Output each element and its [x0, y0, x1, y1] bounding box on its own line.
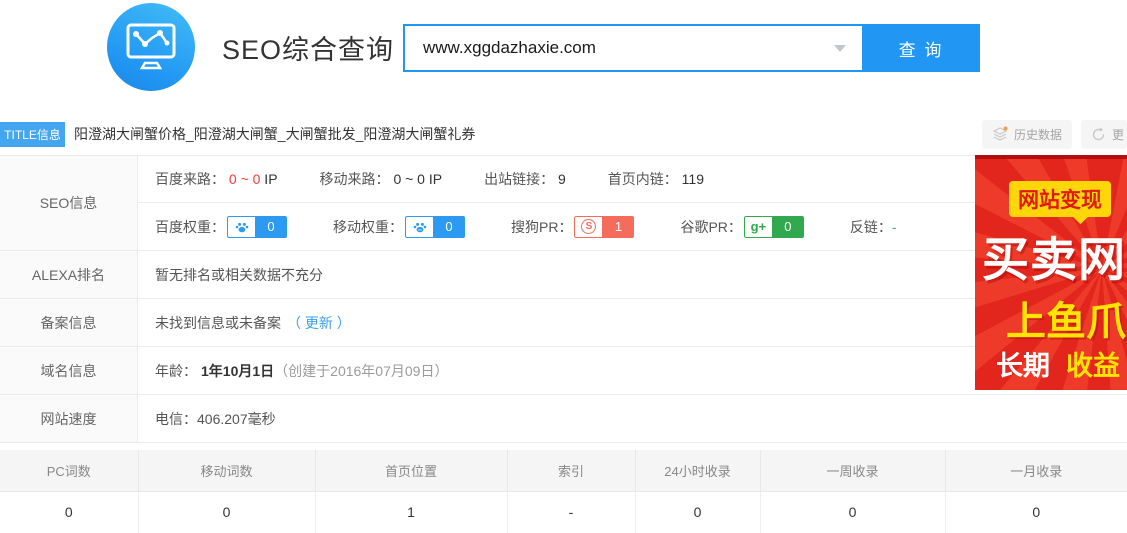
seo-info-label: SEO信息 [0, 156, 138, 250]
stats-header-month: 一月收录 [945, 450, 1127, 491]
stats-value-month: 0 [945, 491, 1127, 533]
backlinks-value: - [892, 219, 897, 235]
speed-row: 网站速度 电信：406.207毫秒 [0, 395, 1127, 443]
stats-header-24h: 24小时收录 [635, 450, 760, 491]
ad-top-strip [975, 155, 1127, 159]
baidu-weight-badge[interactable]: 0 [227, 216, 287, 238]
icp-row: 备案信息 未找到信息或未备案 （ 更新 ） [0, 299, 1127, 347]
monitor-chart-icon [123, 19, 179, 76]
domain-created-note: （创建于2016年07月09日） [274, 361, 448, 381]
refresh-icon [1091, 127, 1106, 142]
baidu-traffic-value: 0 ~ 0 [229, 171, 261, 187]
more-data-button[interactable]: 更 [1081, 120, 1127, 149]
domain-search-input[interactable] [403, 24, 862, 72]
seo-info-panel: SEO信息 百度来路： 0 ~ 0 IP 移动来路： 0 ~ 0 IP 出站链接… [0, 155, 1127, 443]
site-title-text: 阳澄湖大闸蟹价格_阳澄湖大闸蟹_大闸蟹批发_阳澄湖大闸蟹礼券 [74, 124, 973, 144]
chevron-down-icon[interactable] [834, 45, 846, 52]
icp-label: 备案信息 [0, 299, 138, 346]
google-pr-stat: 谷歌PR： g+ 0 [680, 216, 803, 238]
mobile-paw-icon: m [405, 216, 433, 238]
seo-info-row: SEO信息 百度来路： 0 ~ 0 IP 移动来路： 0 ~ 0 IP 出站链接… [0, 156, 1127, 251]
stats-value-row: 0 0 1 - 0 0 0 [0, 491, 1127, 533]
stats-header-week: 一周收录 [760, 450, 945, 491]
stats-value-index: - [507, 491, 635, 533]
google-pr-value: 0 [772, 216, 804, 238]
keyword-stats-table: PC词数 移动词数 首页位置 索引 24小时收录 一周收录 一月收录 0 0 1… [0, 450, 1127, 533]
baidu-traffic-stat: 百度来路： 0 ~ 0 IP [155, 169, 278, 189]
layers-icon [992, 126, 1008, 142]
domain-age-prefix: 年龄： [155, 361, 197, 381]
title-info-badge: TITLE信息 [0, 122, 65, 147]
stats-value-mobile-words: 0 [138, 491, 315, 533]
stats-header-row: PC词数 移动词数 首页位置 索引 24小时收录 一周收录 一月收录 [0, 450, 1127, 491]
mobile-weight-stat: 移动权重： m 0 [333, 216, 465, 238]
more-data-label: 更 [1112, 126, 1124, 143]
speed-text: 电信：406.207毫秒 [155, 409, 276, 429]
mobile-weight-value: 0 [433, 216, 465, 238]
stats-value-home-position: 1 [315, 491, 507, 533]
header: SEO综合查询 查 询 [0, 0, 1127, 112]
alexa-row: ALEXA排名 暂无排名或相关数据不充分 [0, 251, 1127, 299]
sogou-icon: S [574, 216, 602, 238]
app-title: SEO综合查询 [222, 28, 394, 67]
mobile-weight-badge[interactable]: m 0 [405, 216, 465, 238]
history-data-button[interactable]: 历史数据 [982, 120, 1072, 149]
domain-label: 域名信息 [0, 347, 138, 394]
stats-header-index: 索引 [507, 450, 635, 491]
outbound-links-stat: 出站链接： 9 [484, 169, 566, 189]
google-plus-icon: g+ [744, 216, 772, 238]
homepage-links-stat: 首页内链： 119 [608, 169, 704, 189]
alexa-label: ALEXA排名 [0, 251, 138, 298]
domain-age-value: 1年10月1日 [201, 361, 274, 381]
ad-headline: 买卖网站 [982, 221, 1127, 290]
domain-row: 域名信息 年龄： 1年10月1日 （创建于2016年07月09日） [0, 347, 1127, 395]
google-pr-badge[interactable]: g+ 0 [744, 216, 804, 238]
baidu-paw-icon [227, 216, 255, 238]
icp-text: 未找到信息或未备案 [155, 313, 281, 333]
app-logo [107, 3, 195, 91]
baidu-weight-stat: 百度权重： 0 [155, 216, 287, 238]
ad-banner[interactable]: 网站变现 买卖网站 上鱼爪 长期收益 [975, 155, 1127, 390]
stats-value-pc-words: 0 [0, 491, 138, 533]
search-box: 查 询 [403, 24, 980, 72]
sogou-pr-stat: 搜狗PR： S 1 [511, 216, 634, 238]
outbound-links-value: 9 [558, 171, 566, 187]
ad-bubble-text: 网站变现 [1009, 181, 1111, 217]
ad-tagline: 长期收益 [996, 344, 1120, 383]
backlinks-stat: 反链： - [850, 217, 897, 237]
ad-subheadline: 上鱼爪 [1006, 289, 1126, 347]
stats-value-week: 0 [760, 491, 945, 533]
alexa-text: 暂无排名或相关数据不充分 [155, 265, 323, 285]
sogou-pr-value: 1 [602, 216, 634, 238]
stats-header-mobile-words: 移动词数 [138, 450, 315, 491]
query-button[interactable]: 查 询 [862, 24, 980, 72]
stats-header-home-position: 首页位置 [315, 450, 507, 491]
stats-value-24h: 0 [635, 491, 760, 533]
mobile-traffic-value: 0 ~ 0 [393, 171, 425, 187]
title-bar: TITLE信息 阳澄湖大闸蟹价格_阳澄湖大闸蟹_大闸蟹批发_阳澄湖大闸蟹礼券 历… [0, 119, 1127, 149]
mobile-traffic-stat: 移动来路： 0 ~ 0 IP [320, 169, 443, 189]
speed-label: 网站速度 [0, 395, 138, 442]
history-data-label: 历史数据 [1014, 126, 1062, 143]
sogou-pr-badge[interactable]: S 1 [574, 216, 634, 238]
stats-header-pc-words: PC词数 [0, 450, 138, 491]
icp-update-link[interactable]: （ 更新 ） [287, 313, 351, 333]
homepage-links-value: 119 [682, 171, 704, 187]
baidu-weight-value: 0 [255, 216, 287, 238]
